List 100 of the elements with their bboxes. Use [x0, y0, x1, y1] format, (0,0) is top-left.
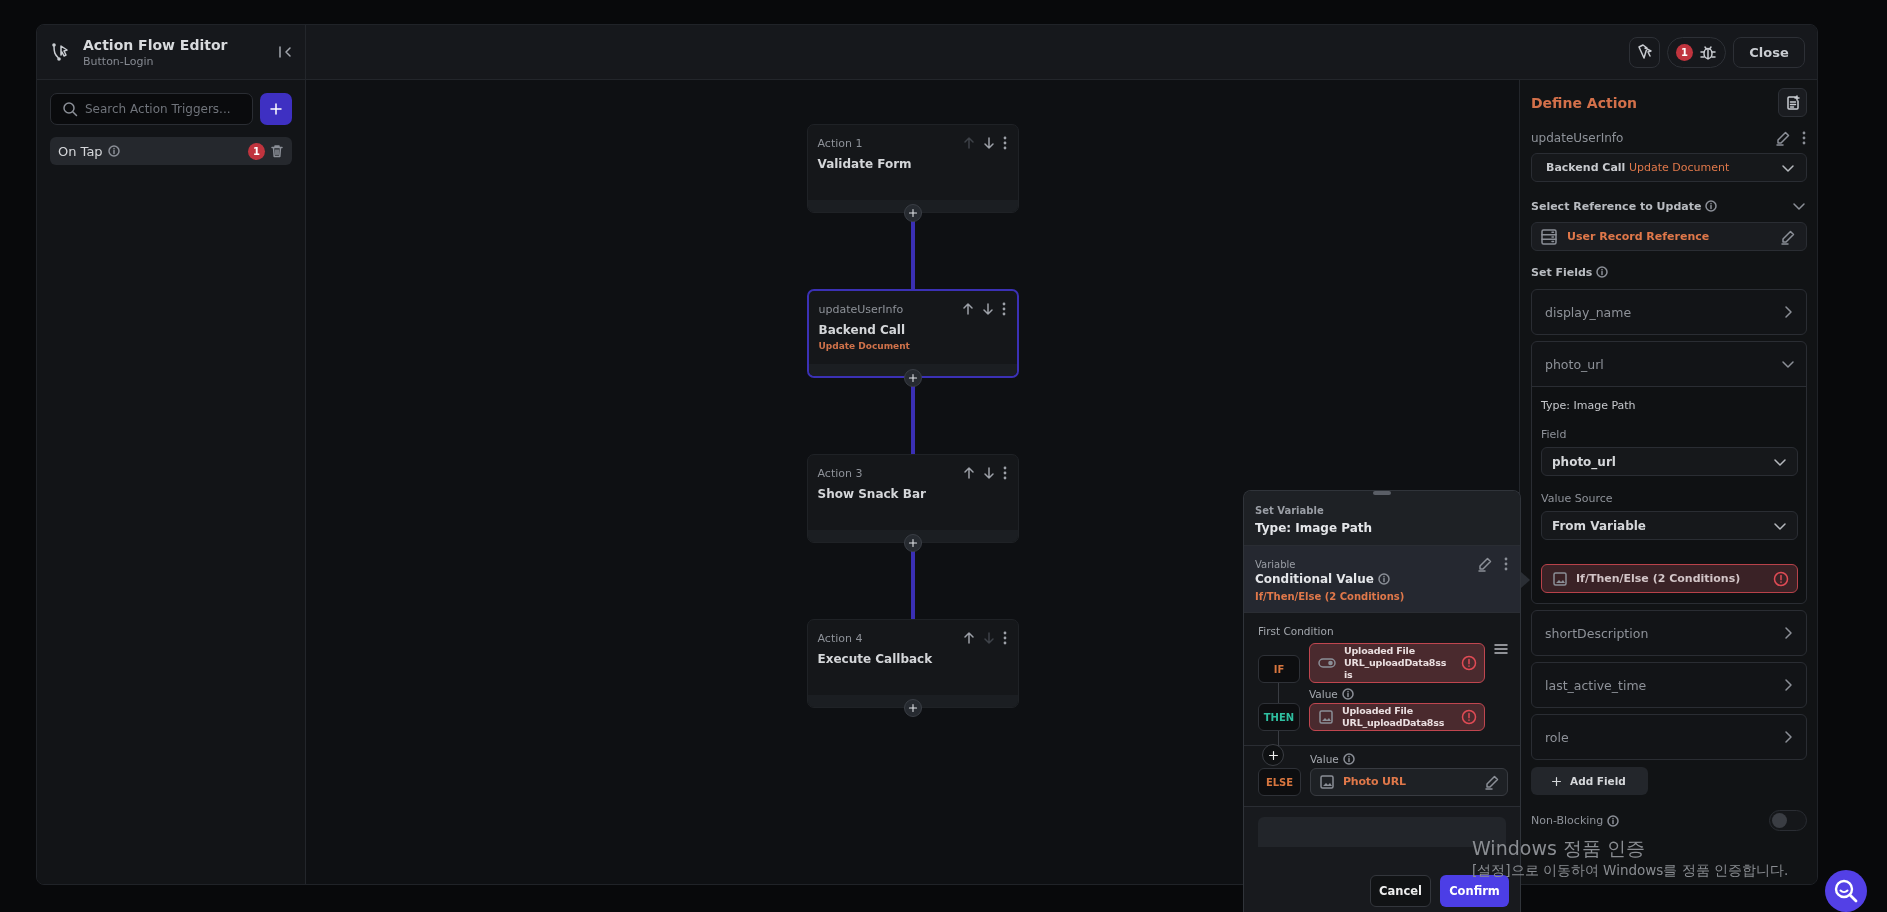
arrow-up-icon[interactable] — [960, 302, 975, 316]
branch-chip: THEN — [1258, 703, 1300, 731]
action-node[interactable]: Action 4 Execute Callback — [806, 619, 1019, 708]
action-node[interactable]: Action 3 Show Snack Bar — [806, 454, 1019, 543]
action-type: Backend Call Update Document — [1546, 161, 1730, 174]
trash-icon[interactable] — [270, 144, 284, 158]
more-icon[interactable] — [1503, 556, 1509, 572]
node-title: Validate Form — [817, 157, 913, 171]
pencil-icon[interactable] — [1477, 556, 1493, 572]
plus-icon — [907, 703, 918, 713]
plus-icon — [907, 208, 918, 218]
arrow-up-icon[interactable] — [961, 631, 976, 645]
field-dropdown[interactable]: photo_url — [1541, 447, 1798, 476]
close-button[interactable]: Close — [1733, 36, 1805, 68]
arrow-down-icon[interactable] — [981, 466, 996, 480]
branch-value-field[interactable]: Photo URL — [1310, 768, 1508, 796]
search-icon — [1833, 878, 1859, 904]
pencil-icon[interactable] — [1775, 130, 1791, 146]
action-node[interactable]: updateUserInfo Backend Call Update Document — [806, 289, 1019, 378]
dialog-subtitle: Button-Login — [83, 54, 155, 68]
node-caption: Action 3 — [817, 466, 863, 480]
node-title: Execute Callback — [817, 652, 934, 666]
search-icon — [62, 101, 78, 117]
plus-icon — [907, 373, 918, 383]
plus-icon — [907, 538, 918, 548]
more-icon[interactable] — [1001, 135, 1008, 151]
search-button[interactable] — [1825, 870, 1867, 912]
info-icon[interactable] — [1596, 266, 1609, 278]
info-icon[interactable] — [107, 145, 120, 157]
field-row[interactable]: shortDescription — [1532, 611, 1806, 655]
trigger-item[interactable]: On Tap 1 — [50, 137, 292, 165]
arrow-up-icon[interactable] — [961, 466, 976, 480]
notes-button[interactable] — [1778, 88, 1807, 117]
debug-button[interactable]: 1 — [1667, 36, 1726, 68]
action-type-dropdown[interactable]: Backend Call Update Document — [1531, 153, 1807, 182]
more-icon[interactable] — [1801, 130, 1807, 146]
plus-icon — [1267, 749, 1279, 761]
variable-title: Conditional Value — [1255, 572, 1374, 586]
non-blocking-switch[interactable] — [1769, 810, 1807, 831]
flow-icon — [51, 42, 71, 62]
image-icon — [1552, 570, 1568, 587]
field-label: Value Source — [1541, 492, 1614, 505]
pencil-icon[interactable] — [1484, 774, 1500, 790]
value-label: Value — [1310, 753, 1339, 765]
node-title: Show Snack Bar — [817, 487, 927, 501]
arrow-down-icon[interactable] — [980, 302, 995, 316]
tool-button[interactable] — [1629, 36, 1660, 68]
alert-icon — [1461, 655, 1477, 671]
alert-icon — [1461, 709, 1477, 725]
cancel-button[interactable]: Cancel — [1370, 875, 1431, 907]
node-caption: Action 1 — [817, 136, 863, 150]
node-caption: Action 4 — [817, 631, 863, 645]
branch-chip: IF — [1258, 655, 1300, 683]
arrow-down-icon[interactable] — [981, 136, 996, 150]
info-icon[interactable] — [1341, 688, 1354, 700]
note-icon — [1784, 94, 1801, 111]
action-name: updateUserInfo — [1531, 131, 1624, 145]
branch-value-field[interactable]: Uploaded File URL_uploadData8ss — [1309, 703, 1485, 731]
value-source-dropdown[interactable]: From Variable — [1541, 511, 1798, 540]
info-icon[interactable] — [1705, 200, 1718, 212]
node-subtitle: Update Document — [818, 341, 911, 351]
field-row[interactable]: last_active_time — [1532, 663, 1806, 707]
add-trigger-button[interactable] — [260, 93, 292, 125]
info-icon[interactable] — [1607, 814, 1620, 827]
node-title: Backend Call — [818, 323, 907, 337]
panel-title: Define Action — [1531, 94, 1638, 111]
plus-icon — [269, 102, 283, 116]
popup-title: Type: Image Path — [1255, 521, 1374, 535]
collapse-panel-icon[interactable] — [277, 44, 293, 60]
drag-handle-icon[interactable] — [1494, 643, 1508, 655]
branch-chip: ELSE — [1258, 768, 1301, 796]
plus-icon — [1551, 775, 1562, 787]
action-node[interactable]: Action 1 Validate Form — [806, 124, 1019, 213]
popup-caption: Set Variable — [1255, 505, 1325, 516]
info-icon[interactable] — [1342, 753, 1355, 765]
image-icon — [1319, 774, 1335, 790]
field-type: Type: Image Path — [1541, 399, 1637, 412]
pencil-icon[interactable] — [1780, 228, 1796, 245]
trigger-label: On Tap — [58, 143, 103, 159]
field-row[interactable]: role — [1532, 715, 1806, 759]
reference-field[interactable]: User Record Reference — [1531, 222, 1807, 251]
more-icon[interactable] — [1000, 301, 1007, 317]
value-label: Value — [1309, 688, 1338, 700]
field-row[interactable]: photo_url — [1532, 342, 1806, 386]
more-icon[interactable] — [1001, 630, 1008, 646]
branch-value-field[interactable]: Uploaded File URL_uploadData8ss is — [1309, 643, 1485, 683]
error-count: 1 — [248, 142, 265, 160]
cursor-icon — [1635, 43, 1654, 61]
activation-title: Windows 정품 인증 — [1472, 836, 1646, 860]
field-row[interactable]: display_name — [1532, 290, 1806, 334]
section-label: Select Reference to Update — [1531, 199, 1702, 213]
section-label: Set Fields — [1531, 265, 1593, 279]
variable-summary: If/Then/Else (2 Conditions) — [1255, 591, 1406, 602]
search-field[interactable]: Search Action Triggers... — [50, 93, 253, 125]
more-icon[interactable] — [1001, 465, 1008, 481]
add-field-button[interactable]: Add Field — [1531, 767, 1648, 795]
node-caption: updateUserInfo — [818, 302, 904, 316]
toggle-label: Non-Blocking — [1531, 814, 1604, 827]
info-icon[interactable] — [1377, 573, 1390, 585]
variable-caption: Variable — [1255, 558, 1296, 570]
